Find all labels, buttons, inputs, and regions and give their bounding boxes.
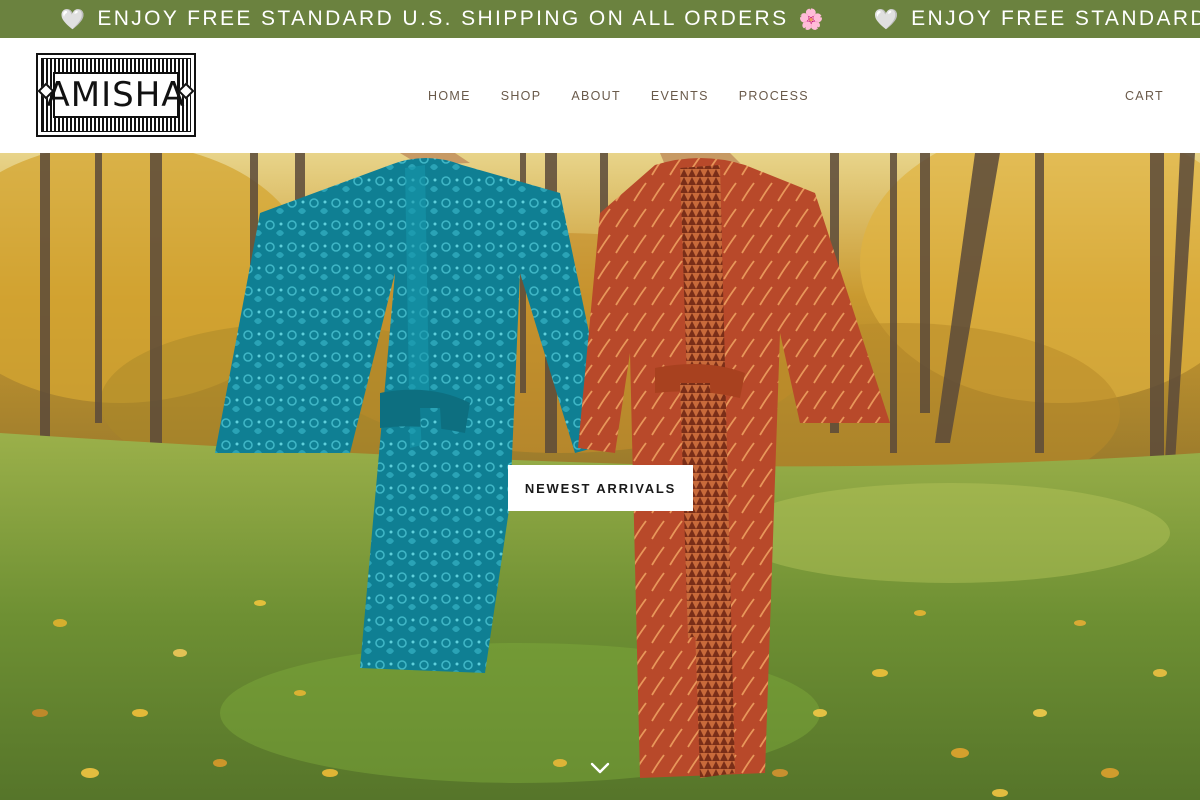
nav-events[interactable]: EVENTS [651, 89, 709, 103]
announcement-message-repeat: 🤍 ENJOY FREE STANDARD U.S. SHIPPING ON A… [874, 7, 1200, 32]
cherry-blossom-icon: 🌸 [798, 8, 826, 31]
nav-home[interactable]: HOME [428, 89, 471, 103]
cart-link[interactable]: CART [1125, 38, 1164, 153]
nav-process[interactable]: PROCESS [739, 89, 809, 103]
site-logo[interactable]: AMISHA [36, 53, 196, 137]
chevron-down-icon[interactable] [589, 759, 611, 777]
white-heart-icon: 🤍 [60, 8, 88, 31]
newest-arrivals-button[interactable]: NEWEST ARRIVALS [508, 465, 693, 511]
nav-about[interactable]: ABOUT [571, 89, 621, 103]
logo-text: AMISHA [46, 72, 185, 118]
announcement-text: ENJOY FREE STANDARD U.S. SHIPPING ON ALL… [97, 7, 789, 30]
site-header: AMISHA HOME SHOP ABOUT EVENTS PROCESS CA… [0, 38, 1200, 153]
announcement-track: 🤍 ENJOY FREE STANDARD U.S. SHIPPING ON A… [60, 0, 1200, 38]
hero-banner: NEWEST ARRIVALS [0, 153, 1200, 800]
main-nav: HOME SHOP ABOUT EVENTS PROCESS [428, 38, 839, 153]
announcement-message: 🤍 ENJOY FREE STANDARD U.S. SHIPPING ON A… [60, 7, 826, 32]
nav-shop[interactable]: SHOP [501, 89, 542, 103]
announcement-text-repeat: ENJOY FREE STANDARD U.S. SHIPPING ON ALL… [911, 7, 1200, 30]
white-heart-icon: 🤍 [873, 8, 902, 31]
announcement-bar: 🤍 ENJOY FREE STANDARD U.S. SHIPPING ON A… [0, 0, 1200, 38]
